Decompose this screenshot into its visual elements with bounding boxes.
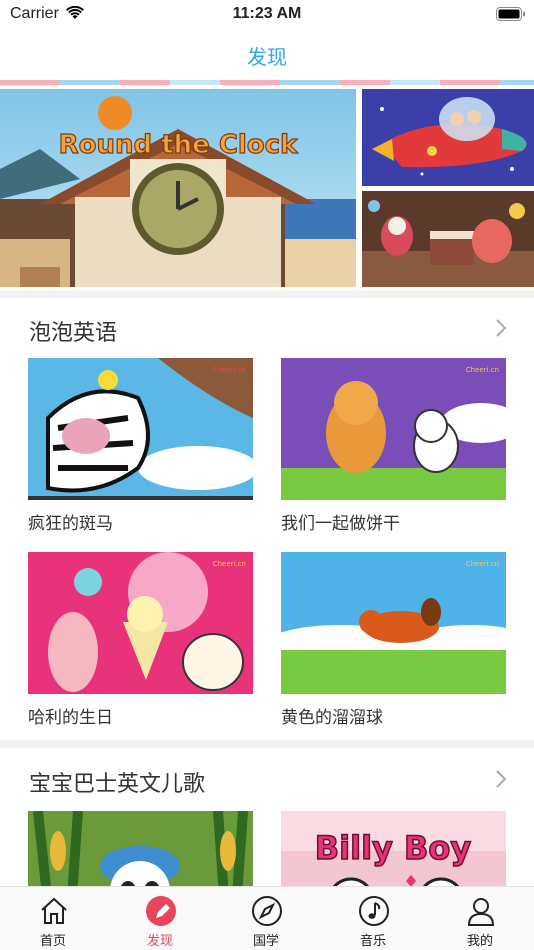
tab-discover[interactable]: 发现 xyxy=(107,887,213,950)
video-title: 我们一起做饼干 xyxy=(281,514,400,534)
video-thumbnail[interactable]: Cheeri.cn xyxy=(28,552,253,694)
section-header-paopao-english[interactable]: 泡泡英语 xyxy=(0,309,534,349)
video-card-make-cookies[interactable]: Cheeri.cn 我们一起做饼干 xyxy=(281,358,506,534)
tab-label: 首页 xyxy=(39,934,66,949)
round-the-clock-illustration: Round the Clock xyxy=(0,89,356,287)
section-header-babybus-songs[interactable]: 宝宝巴士英文儿歌 xyxy=(0,760,534,800)
zebra-illustration: Cheeri.cn xyxy=(28,358,253,500)
section-divider xyxy=(0,290,534,298)
running-dog-illustration: Cheeri.cn xyxy=(281,552,506,694)
battery-icon xyxy=(496,7,525,21)
tab-label: 发现 xyxy=(146,934,173,949)
tab-label: 音乐 xyxy=(359,934,386,949)
profile-icon xyxy=(467,898,495,926)
music-note-icon xyxy=(359,896,389,926)
video-thumbnail[interactable]: Cheeri.cn xyxy=(281,552,506,694)
discover-icon xyxy=(146,896,176,926)
clock-time: 11:23 AM xyxy=(232,5,302,22)
banner-round-the-clock[interactable]: Round the Clock xyxy=(0,89,356,287)
tab-home[interactable]: 首页 xyxy=(0,887,106,950)
tab-label: 我的 xyxy=(466,934,493,949)
video-title: 黄色的溜溜球 xyxy=(281,708,383,728)
brand-watermark: Cheeri.cn xyxy=(466,366,499,374)
video-title: 疯狂的斑马 xyxy=(28,514,113,534)
chevron-right-icon[interactable] xyxy=(494,768,508,790)
bear-and-dog-illustration: Cheeri.cn xyxy=(281,358,506,500)
brand-watermark: Cheeri.cn xyxy=(466,560,499,568)
tab-label: 国学 xyxy=(252,934,279,949)
video-card-yellow-yoyo[interactable]: Cheeri.cn 黄色的溜溜球 xyxy=(281,552,506,728)
section-title: 宝宝巴士英文儿歌 xyxy=(29,772,206,797)
birthday-party-illustration: Cheeri.cn xyxy=(28,552,253,694)
brand-watermark: Cheeri.cn xyxy=(213,560,246,568)
banner-birthday-cake[interactable] xyxy=(362,191,534,287)
video-card-harrys-birthday[interactable]: Cheeri.cn 哈利的生日 xyxy=(28,552,253,728)
status-bar: Carrier 11:23 AM xyxy=(0,0,534,27)
brand-watermark: Cheeri.cn xyxy=(213,366,246,374)
compass-icon xyxy=(252,896,282,926)
tab-music[interactable]: 音乐 xyxy=(320,887,426,950)
decorative-stripe xyxy=(0,80,534,85)
page-title: 发现 xyxy=(247,45,287,69)
tab-profile[interactable]: 我的 xyxy=(427,887,533,950)
birthday-cake-illustration xyxy=(362,191,534,287)
section-title: 泡泡英语 xyxy=(29,321,118,346)
home-icon xyxy=(41,897,67,924)
banner-caption: Round the Clock xyxy=(59,130,298,160)
video-title: 哈利的生日 xyxy=(28,708,113,728)
navigation-bar: 发现 xyxy=(0,27,534,81)
video-thumbnail[interactable]: Cheeri.cn xyxy=(28,358,253,500)
tab-guoxue[interactable]: 国学 xyxy=(213,887,319,950)
rocket-illustration xyxy=(362,89,534,186)
discover-screen: Carrier 11:23 AM 发现 Round the Clock 泡泡英语… xyxy=(0,0,534,950)
featured-banner: Round the Clock xyxy=(0,89,534,287)
video-thumbnail[interactable]: Cheeri.cn xyxy=(281,358,506,500)
chevron-right-icon[interactable] xyxy=(494,317,508,339)
section-divider xyxy=(0,740,534,748)
banner-rocket[interactable] xyxy=(362,89,534,186)
video-caption: Billy Boy xyxy=(315,829,472,867)
video-card-crazy-zebra[interactable]: Cheeri.cn 疯狂的斑马 xyxy=(28,358,253,534)
tab-bar: 首页 发现 国学 音乐 我的 xyxy=(0,886,534,950)
